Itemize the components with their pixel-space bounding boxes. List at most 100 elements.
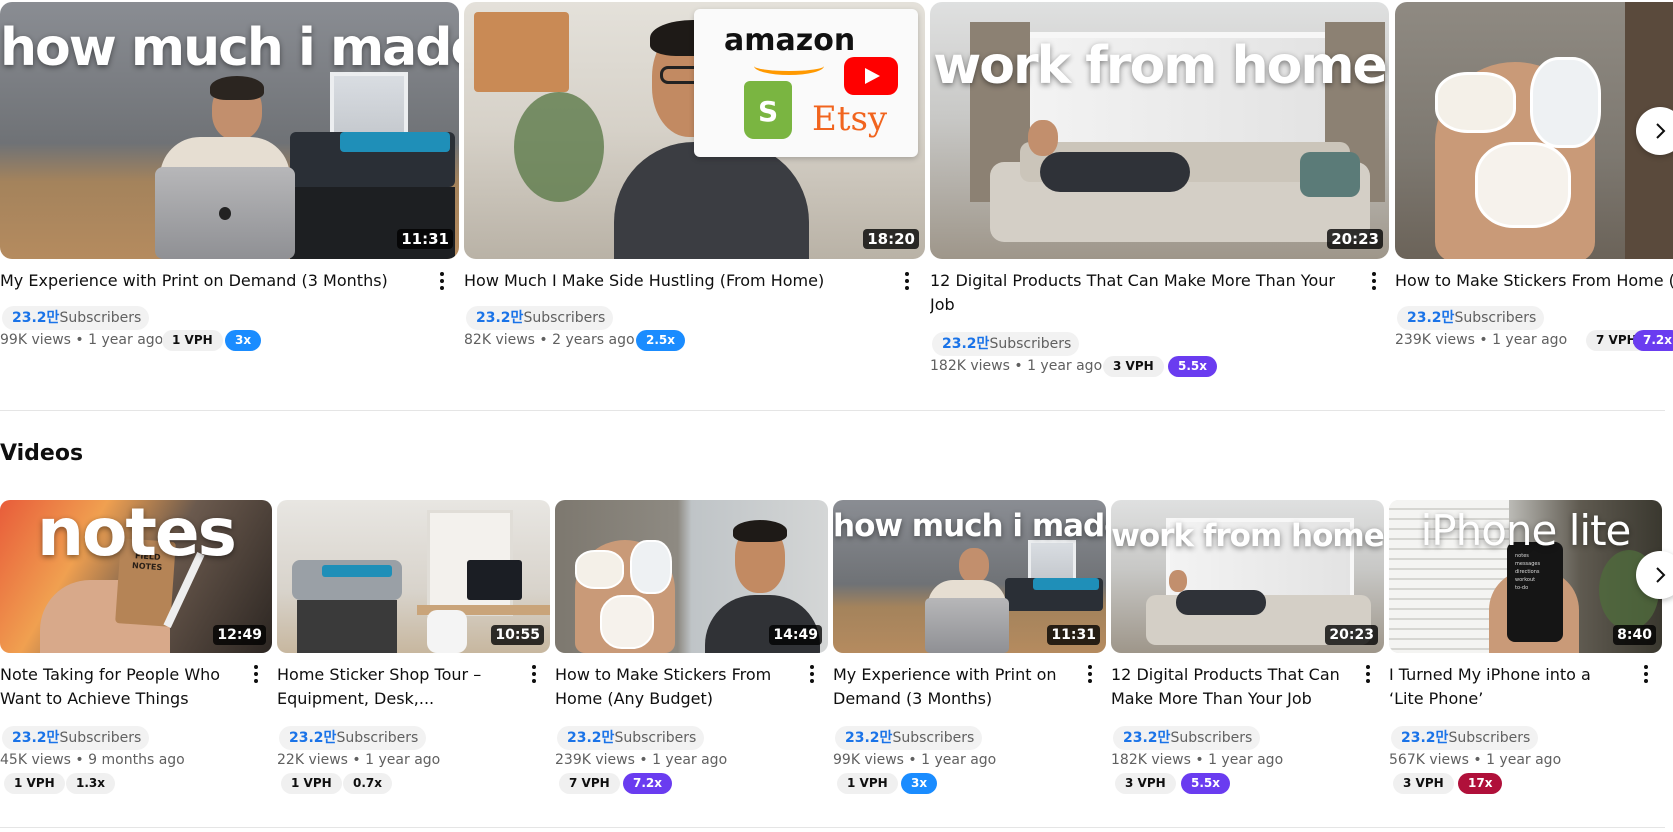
- thumbnail-chair: [427, 610, 467, 653]
- vph-badge: 1 VPH: [4, 773, 65, 794]
- vph-badge: 3 VPH: [1115, 773, 1176, 794]
- thumbnail-person-head: [1169, 570, 1187, 592]
- video-thumbnail[interactable]: work from home 20:23: [930, 2, 1389, 259]
- more-options-icon[interactable]: [430, 268, 454, 294]
- duration-badge: 10:55: [491, 625, 544, 645]
- subscriber-chip: 23.2만Subscribers: [466, 306, 614, 330]
- section-title: Videos: [0, 441, 84, 466]
- video-title[interactable]: How to Make Stickers From Home (Any Budge…: [555, 663, 795, 713]
- subscriber-chip: 23.2만Subscribers: [1391, 726, 1539, 750]
- video-meta: 182K views • 1 year ago: [1111, 752, 1284, 768]
- duration-badge: 11:31: [1047, 625, 1100, 645]
- thumbnail-overlay-text: notes: [37, 500, 237, 571]
- thumbnail-pegboard: [474, 12, 569, 92]
- outlier-ratio-badge: 3x: [225, 330, 262, 351]
- chevron-right-icon: [1656, 567, 1666, 583]
- more-options-icon[interactable]: [1362, 268, 1386, 294]
- more-options-icon[interactable]: [895, 268, 919, 294]
- video-thumbnail[interactable]: 14:49: [555, 500, 828, 653]
- vph-badge: 3 VPH: [1103, 356, 1164, 377]
- thumbnail-person-hair: [210, 76, 264, 100]
- thumbnail-person-hair: [733, 520, 787, 542]
- duration-badge: 12:49: [213, 625, 266, 645]
- thumbnail-printer-accent: [322, 565, 392, 577]
- video-title[interactable]: 12 Digital Products That Can Make More T…: [930, 269, 1350, 317]
- video-thumbnail[interactable]: [1395, 2, 1673, 259]
- thumbnail-sticker-cat: [1530, 57, 1601, 148]
- outlier-ratio-badge: 3x: [901, 773, 938, 794]
- thumbnail-apple-logo: [219, 207, 231, 220]
- video-title[interactable]: I Turned My iPhone into a ‘Lite Phone’: [1389, 663, 1629, 713]
- outlier-ratio-badge: 17x: [1458, 773, 1503, 794]
- thumbnail-sticker-cat: [575, 550, 624, 589]
- thumbnail-person-head: [1028, 120, 1058, 156]
- video-thumbnail[interactable]: notes messages directions workout to-do …: [1389, 500, 1662, 653]
- duration-badge: 8:40: [1613, 625, 1656, 645]
- video-thumbnail[interactable]: FIELD NOTES notes 12:49: [0, 500, 272, 653]
- thumbnail-person-body: [614, 142, 809, 259]
- video-meta: 239K views • 1 year ago: [1395, 332, 1568, 348]
- thumbnail-person-head: [959, 548, 989, 583]
- thumbnail-person-body: [1040, 152, 1190, 192]
- duration-badge: 14:49: [769, 625, 822, 645]
- vph-badge: 1 VPH: [837, 773, 898, 794]
- video-title[interactable]: My Experience with Print on Demand (3 Mo…: [0, 269, 420, 293]
- video-meta: 45K views • 9 months ago: [0, 752, 185, 768]
- outlier-ratio-badge: 5.5x: [1181, 773, 1230, 794]
- duration-badge: 20:23: [1325, 625, 1378, 645]
- video-thumbnail[interactable]: 10:55: [277, 500, 550, 653]
- thumbnail-monitor: [467, 560, 522, 600]
- outlier-ratio-badge: 2.5x: [636, 330, 685, 351]
- video-title[interactable]: How to Make Stickers From Home (Any Budg…: [1395, 269, 1673, 293]
- duration-badge: 20:23: [1327, 229, 1383, 249]
- thumbnail-printer-accent: [340, 132, 450, 152]
- more-options-icon[interactable]: [244, 661, 268, 687]
- thumbnail-overlay-text: how much i made: [833, 508, 1106, 544]
- outlier-ratio-badge: 7.2x: [1633, 330, 1673, 351]
- etsy-logo: Etsy: [812, 99, 888, 139]
- thumbnail-sticker-cat: [600, 595, 654, 649]
- subscriber-chip: 23.2만Subscribers: [557, 726, 705, 750]
- video-title[interactable]: How Much I Make Side Hustling (From Home…: [464, 269, 884, 293]
- thumbnail-shelf: [297, 600, 397, 653]
- video-title[interactable]: Note Taking for People Who Want to Achiev…: [0, 663, 240, 713]
- section-divider: [0, 410, 1665, 411]
- video-thumbnail[interactable]: amazon S Etsy 18:20: [464, 2, 925, 259]
- thumbnail-sticker-cat: [1435, 72, 1516, 133]
- thumbnail-overlay-text: iPhone lite: [1420, 506, 1632, 555]
- thumbnail-plant: [514, 92, 604, 202]
- thumbnail-sticker-cat: [630, 540, 672, 594]
- thumbnail-person-body: [1176, 590, 1266, 615]
- subscriber-chip: 23.2만Subscribers: [1397, 306, 1545, 330]
- video-meta: 99K views • 1 year ago: [833, 752, 997, 768]
- more-options-icon[interactable]: [1356, 661, 1380, 687]
- video-meta: 182K views • 1 year ago: [930, 358, 1103, 374]
- more-options-icon[interactable]: [522, 661, 546, 687]
- duration-badge: 18:20: [863, 229, 919, 249]
- thumbnail-phone: notes messages directions workout to-do: [1507, 542, 1563, 642]
- thumbnail-pillow: [1300, 152, 1360, 197]
- thumbnail-overlay-text: work from home: [1111, 518, 1384, 554]
- outlier-ratio-badge: 5.5x: [1168, 356, 1217, 377]
- more-options-icon[interactable]: [800, 661, 824, 687]
- video-thumbnail[interactable]: how much i made 11:31: [833, 500, 1106, 653]
- video-title[interactable]: Home Sticker Shop Tour – Equipment, Desk,…: [277, 663, 517, 713]
- more-options-icon[interactable]: [1634, 661, 1658, 687]
- video-title[interactable]: My Experience with Print on Demand (3 Mon…: [833, 663, 1073, 713]
- subscriber-chip: 23.2만Subscribers: [2, 306, 150, 330]
- video-meta: 22K views • 1 year ago: [277, 752, 441, 768]
- video-thumbnail[interactable]: how much i made 11:31: [0, 2, 459, 259]
- vph-badge: 1 VPH: [281, 773, 342, 794]
- shopify-logo-icon: S: [744, 81, 792, 139]
- youtube-logo-icon: [844, 57, 898, 95]
- thumbnail-laptop: [925, 598, 1009, 653]
- subscriber-chip: 23.2만Subscribers: [279, 726, 427, 750]
- video-title[interactable]: 12 Digital Products That Can Make More Th…: [1111, 663, 1351, 713]
- more-options-icon[interactable]: [1078, 661, 1102, 687]
- subscriber-chip: 23.2만Subscribers: [932, 332, 1080, 356]
- amazon-smile-icon: [754, 57, 824, 75]
- thumbnail-overlay-text: how much i made: [0, 18, 459, 78]
- video-thumbnail[interactable]: work from home 20:23: [1111, 500, 1384, 653]
- thumbnail-sticker-cat: [1475, 142, 1571, 228]
- vph-badge: 7 VPH: [559, 773, 620, 794]
